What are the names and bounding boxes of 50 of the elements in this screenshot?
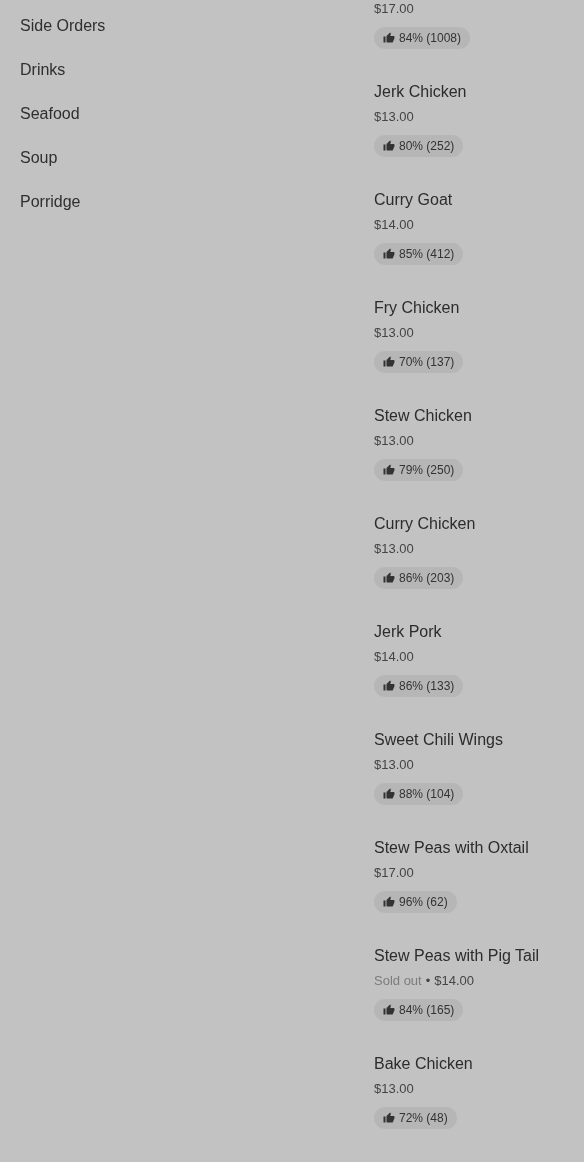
- rating-text: 86% (203): [399, 571, 455, 585]
- item-name: Stew Chicken: [374, 406, 472, 426]
- item-price: $13.00: [374, 540, 414, 558]
- item-price: $14.00: [374, 216, 414, 234]
- item-name: Curry Goat: [374, 190, 453, 210]
- rating-text: 86% (133): [399, 679, 455, 693]
- category-link[interactable]: Soup: [20, 148, 58, 168]
- item-name: Bake Chicken: [374, 1054, 473, 1074]
- item-price: $13.00: [374, 432, 414, 450]
- separator: •: [425, 972, 431, 990]
- category-link[interactable]: Drinks: [20, 60, 66, 80]
- item-price: $14.00: [434, 972, 475, 990]
- item-price: $13.00: [374, 1080, 414, 1098]
- rating-text: 85% (412): [399, 247, 455, 261]
- category-link[interactable]: Seafood: [20, 104, 80, 124]
- item-price: $13.00: [374, 756, 414, 774]
- availability-label: Sold out: [374, 972, 422, 990]
- item-price: $13.00: [374, 324, 414, 342]
- category-link[interactable]: Side Orders: [20, 16, 106, 36]
- thumbs-up-icon: [383, 1112, 395, 1124]
- item-name: Stew Peas with Oxtail: [374, 838, 529, 858]
- thumbs-up-icon: [383, 896, 395, 908]
- item-price: $14.00: [374, 648, 414, 666]
- rating-text: 79% (250): [399, 463, 455, 477]
- thumbs-up-icon: [383, 464, 395, 476]
- item-price: $17.00: [374, 864, 414, 882]
- thumbs-up-icon: [383, 788, 395, 800]
- thumbs-up-icon: [383, 32, 395, 44]
- thumbs-up-icon: [383, 1004, 395, 1016]
- rating-text: 88% (104): [399, 787, 455, 801]
- thumbs-up-icon: [383, 140, 395, 152]
- thumbs-up-icon: [383, 356, 395, 368]
- rating-text: 72% (48): [399, 1111, 448, 1125]
- rating-text: 80% (252): [399, 139, 455, 153]
- item-name: Fry Chicken: [374, 298, 460, 318]
- item-name: Jerk Pork: [374, 622, 442, 642]
- rating-text: 84% (1008): [399, 31, 462, 45]
- item-name: Jerk Chicken: [374, 82, 467, 102]
- item-name: Curry Chicken: [374, 514, 476, 534]
- thumbs-up-icon: [383, 572, 395, 584]
- item-name: Sweet Chili Wings: [374, 730, 503, 750]
- item-price: $13.00: [374, 108, 414, 126]
- item-name: Stew Peas with Pig Tail: [374, 946, 540, 966]
- category-link[interactable]: Porridge: [20, 192, 81, 212]
- item-price: $17.00: [374, 0, 414, 18]
- thumbs-up-icon: [383, 248, 395, 260]
- rating-text: 84% (165): [399, 1003, 455, 1017]
- rating-text: 70% (137): [399, 355, 455, 369]
- thumbs-up-icon: [383, 680, 395, 692]
- rating-text: 96% (62): [399, 895, 448, 909]
